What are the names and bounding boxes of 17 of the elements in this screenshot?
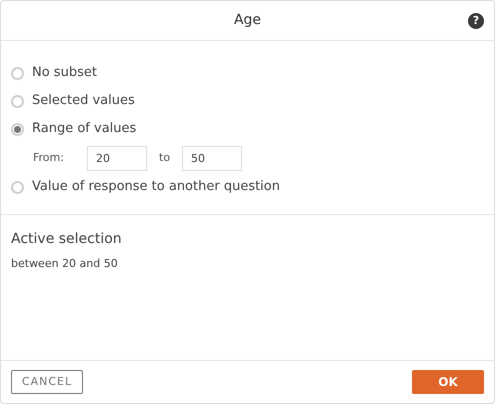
option-label[interactable]: Range of values bbox=[32, 119, 136, 139]
option-label[interactable]: Value of response to another question bbox=[32, 177, 280, 197]
value-field[interactable]: 50 bbox=[182, 146, 242, 170]
radio-button[interactable] bbox=[11, 180, 24, 194]
cancel-button[interactable]: CANCEL bbox=[11, 370, 83, 394]
section-heading: Active selection bbox=[11, 230, 123, 249]
radio-button[interactable] bbox=[11, 94, 24, 108]
range-label: From: bbox=[33, 150, 65, 166]
radio-button[interactable] bbox=[11, 66, 24, 80]
help-button[interactable]: ? bbox=[468, 13, 484, 29]
value-field[interactable]: 20 bbox=[87, 146, 147, 170]
option-label[interactable]: No subset bbox=[32, 63, 97, 83]
option-label[interactable]: Selected values bbox=[32, 91, 135, 111]
range-label: to bbox=[158, 150, 172, 166]
dialog-title: Age bbox=[234, 11, 262, 30]
selection-text: between 20 and 50 bbox=[11, 256, 119, 272]
radio-button[interactable] bbox=[11, 122, 24, 136]
